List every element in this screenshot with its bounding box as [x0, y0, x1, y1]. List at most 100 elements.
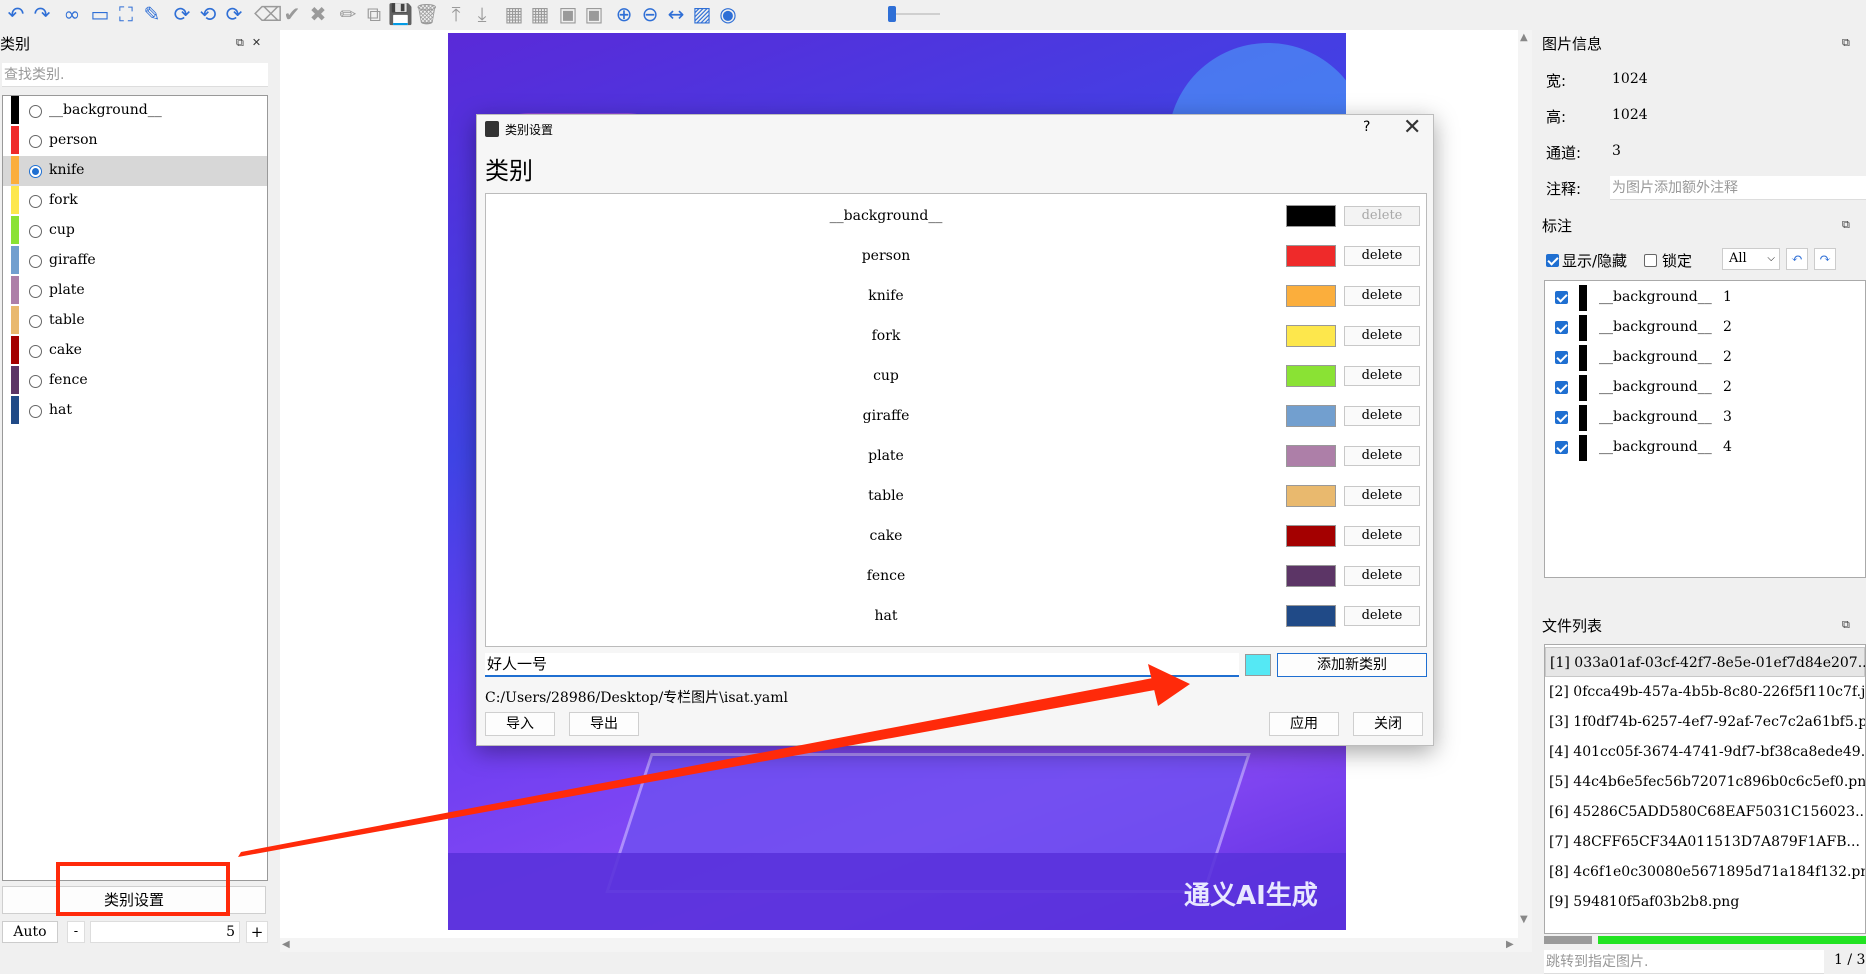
backspace-icon[interactable]: ⌫: [254, 2, 282, 26]
help-icon[interactable]: ?: [1363, 119, 1370, 135]
delete-category-button[interactable]: delete: [1344, 566, 1420, 586]
layer-icon[interactable]: ▦: [502, 2, 526, 26]
category-radio[interactable]: [29, 195, 42, 208]
delete-category-button[interactable]: delete: [1344, 246, 1420, 266]
new-category-input[interactable]: 好人一号: [485, 653, 1239, 677]
edit-icon[interactable]: ✏: [336, 2, 360, 26]
toolbar-slider[interactable]: [888, 6, 940, 22]
delete-category-button[interactable]: delete: [1344, 326, 1420, 346]
layer-icon-3[interactable]: ▣: [556, 2, 580, 26]
number-field[interactable]: 5: [90, 921, 240, 943]
category-item[interactable]: knife: [3, 156, 267, 186]
category-color-button[interactable]: [1286, 285, 1336, 307]
new-category-color[interactable]: [1245, 654, 1271, 676]
file-list-item[interactable]: [9] 594810f5af03b2b8.png: [1545, 887, 1865, 917]
category-radio[interactable]: [29, 165, 42, 178]
delete-category-button[interactable]: delete: [1344, 286, 1420, 306]
rotate-alt-icon[interactable]: ⟲: [196, 2, 220, 26]
category-radio[interactable]: [29, 405, 42, 418]
annotation-visible-checkbox[interactable]: [1555, 381, 1568, 394]
category-item[interactable]: cup: [3, 216, 267, 246]
plus-button[interactable]: +: [246, 921, 268, 943]
auto-button[interactable]: Auto: [2, 921, 58, 943]
category-item[interactable]: __background__: [3, 96, 267, 126]
category-radio[interactable]: [29, 375, 42, 388]
to-bottom-icon[interactable]: ⤓: [470, 2, 494, 26]
annotation-item[interactable]: __background__ 2: [1545, 313, 1865, 343]
annotation-visible-checkbox[interactable]: [1555, 351, 1568, 364]
category-color-button[interactable]: [1286, 565, 1336, 587]
category-item[interactable]: fence: [3, 366, 267, 396]
file-list-item[interactable]: [7] 48CFF65CF34A011513D7A879F1AFB...: [1545, 827, 1865, 857]
category-radio[interactable]: [29, 285, 42, 298]
next-annotation-icon[interactable]: ↷: [1814, 248, 1836, 270]
file-list-item[interactable]: [4] 401cc05f-3674-4741-9df7-bf38ca8ede49…: [1545, 737, 1865, 767]
redo-icon[interactable]: ↷: [30, 2, 54, 26]
annotation-item[interactable]: __background__ 3: [1545, 403, 1865, 433]
annotation-filter-select[interactable]: All ⌵: [1722, 248, 1780, 270]
rotate-more-icon[interactable]: ⟳: [222, 2, 246, 26]
annotation-item[interactable]: __background__ 2: [1545, 343, 1865, 373]
category-item[interactable]: fork: [3, 186, 267, 216]
delete-category-button[interactable]: delete: [1344, 606, 1420, 626]
file-list-item[interactable]: [2] 0fcca49b-457a-4b5b-8c80-226f5f110c7f…: [1545, 677, 1865, 707]
category-item[interactable]: cake: [3, 336, 267, 366]
apply-button[interactable]: 应用: [1269, 712, 1339, 736]
export-button[interactable]: 导出: [569, 712, 639, 736]
category-color-button[interactable]: [1286, 245, 1336, 267]
cancel-icon[interactable]: ✖: [306, 2, 330, 26]
add-category-button[interactable]: 添加新类别: [1277, 653, 1427, 677]
file-list-item[interactable]: [3] 1f0df74b-6257-4ef7-92af-7ec7c2a61bf5…: [1545, 707, 1865, 737]
file-list-item[interactable]: [1] 033a01af-03cf-42f7-8e5e-01ef7d84e207…: [1545, 647, 1865, 677]
delete-icon[interactable]: 🗑: [414, 2, 439, 26]
note-input[interactable]: 为图片添加额外注释: [1610, 176, 1866, 200]
category-color-button[interactable]: [1286, 485, 1336, 507]
delete-category-button[interactable]: delete: [1344, 406, 1420, 426]
annotation-visible-checkbox[interactable]: [1555, 441, 1568, 454]
category-radio[interactable]: [29, 225, 42, 238]
canvas-horizontal-scrollbar[interactable]: ◀ ▶: [280, 938, 1518, 952]
annotation-visible-checkbox[interactable]: [1555, 411, 1568, 424]
rectangle-icon[interactable]: ▭: [88, 2, 112, 26]
category-radio[interactable]: [29, 315, 42, 328]
minus-button[interactable]: -: [67, 921, 85, 943]
file-list-item[interactable]: [8] 4c6f1e0c30080e5671895d71a184f132.png: [1545, 857, 1865, 887]
dock-float-close-icons[interactable]: ⧉✕: [236, 36, 269, 50]
category-item[interactable]: plate: [3, 276, 267, 306]
polygon-icon[interactable]: ⛶: [114, 2, 138, 26]
category-search-input[interactable]: 查找类别.: [2, 63, 268, 87]
import-button[interactable]: 导入: [485, 712, 555, 736]
copy-icon[interactable]: ⧉: [362, 2, 386, 26]
category-item[interactable]: giraffe: [3, 246, 267, 276]
lock-checkbox[interactable]: [1644, 254, 1657, 267]
zoom-in-icon[interactable]: ⊕: [612, 2, 636, 26]
file-list-item[interactable]: [5] 44c4b6e5fec56b72071c896b0c6c5ef0.png: [1545, 767, 1865, 797]
close-icon[interactable]: ✕: [1403, 115, 1421, 140]
delete-category-button[interactable]: delete: [1344, 366, 1420, 386]
repaint-icon[interactable]: ✎: [140, 2, 164, 26]
ai-segment-icon[interactable]: ∞: [60, 2, 84, 26]
file-list-item[interactable]: [6] 45286C5ADD580C68EAF5031C156023...: [1545, 797, 1865, 827]
category-item[interactable]: person: [3, 126, 267, 156]
category-item[interactable]: hat: [3, 396, 267, 426]
category-radio[interactable]: [29, 135, 42, 148]
category-item[interactable]: table: [3, 306, 267, 336]
fit-width-icon[interactable]: ↔: [664, 2, 688, 26]
save-icon[interactable]: 💾: [388, 2, 413, 26]
rotate-icon[interactable]: ⟳: [170, 2, 194, 26]
annotation-item[interactable]: __background__ 2: [1545, 373, 1865, 403]
visibility-icon[interactable]: ◉: [716, 2, 740, 26]
category-color-button[interactable]: [1286, 605, 1336, 627]
category-radio[interactable]: [29, 255, 42, 268]
category-color-button[interactable]: [1286, 325, 1336, 347]
to-top-icon[interactable]: ⤒: [444, 2, 468, 26]
category-color-button[interactable]: [1286, 205, 1336, 227]
annotation-item[interactable]: __background__ 1: [1545, 283, 1865, 313]
show-hide-checkbox[interactable]: [1546, 254, 1559, 267]
zoom-out-icon[interactable]: ⊖: [638, 2, 662, 26]
prev-annotation-icon[interactable]: ↶: [1786, 248, 1808, 270]
jump-to-image-input[interactable]: 跳转到指定图片.: [1544, 950, 1824, 974]
canvas-vertical-scrollbar[interactable]: ▲ ▼: [1518, 30, 1532, 952]
category-color-button[interactable]: [1286, 365, 1336, 387]
dock-float-icon[interactable]: ⧉: [1842, 36, 1858, 50]
